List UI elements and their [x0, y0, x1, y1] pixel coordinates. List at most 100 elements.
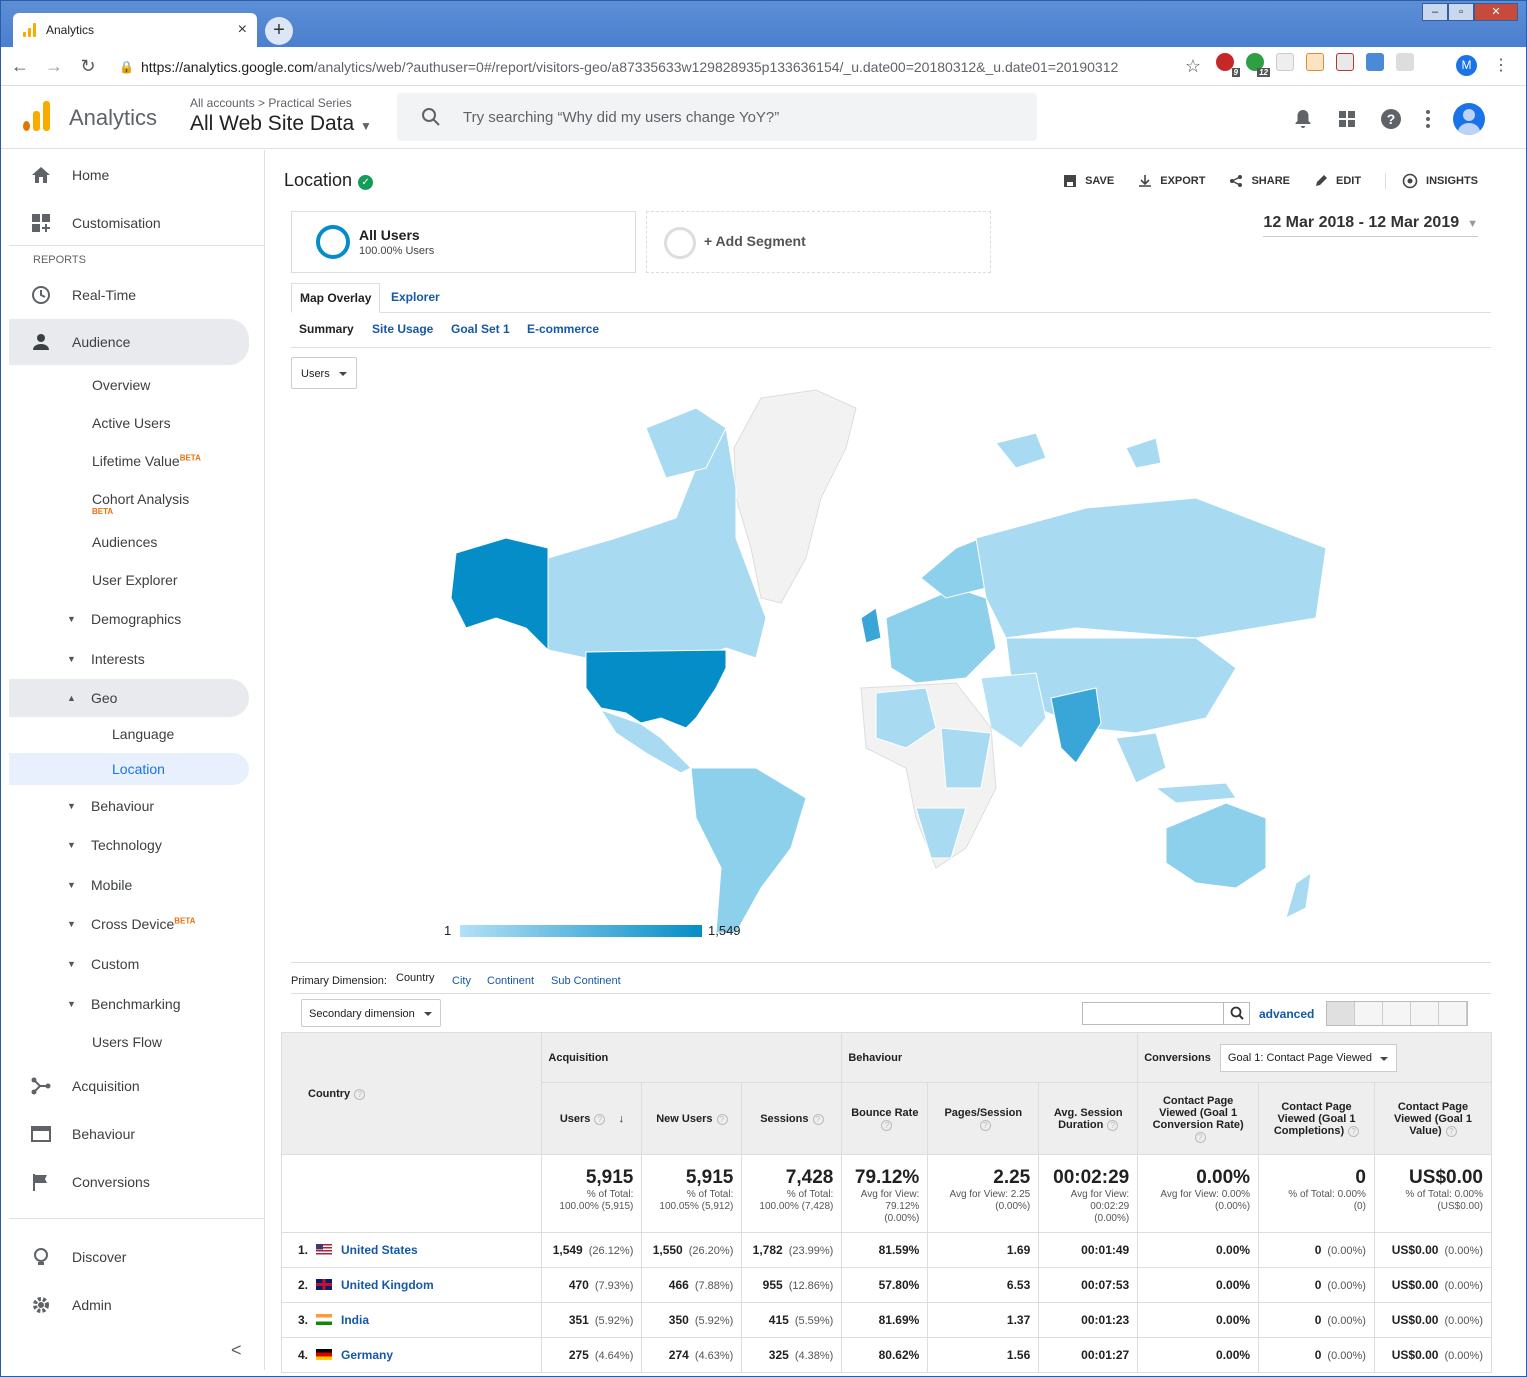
pivot-view-icon[interactable]: [1439, 1002, 1467, 1025]
help-icon[interactable]: ?: [979, 1119, 991, 1131]
collapse-sidebar-icon[interactable]: <: [231, 1340, 242, 1361]
help-icon[interactable]: ?: [1379, 107, 1403, 131]
help-icon[interactable]: ?: [1445, 1125, 1457, 1137]
insights-button[interactable]: INSIGHTS: [1385, 173, 1478, 189]
sidebar-item-language[interactable]: Language: [9, 716, 249, 752]
close-window-icon[interactable]: ✕: [1474, 3, 1518, 21]
help-icon[interactable]: ?: [716, 1113, 728, 1125]
segment-all-users[interactable]: All Users 100.00% Users: [291, 211, 636, 273]
sidebar-item-active-users[interactable]: Active Users: [9, 405, 249, 441]
sidebar-item-cohort-analysis[interactable]: Cohort Analysis BETA: [9, 481, 249, 525]
country-cell[interactable]: 2. United Kingdom: [280, 1267, 543, 1303]
notifications-bell-icon[interactable]: [1291, 107, 1315, 131]
calendar-extension-icon[interactable]: [1306, 53, 1324, 71]
sidebar-item-discover[interactable]: Discover: [9, 1239, 249, 1275]
col-sessions[interactable]: Sessions?: [741, 1082, 843, 1155]
help-icon[interactable]: ?: [354, 1088, 366, 1100]
sidebar-item-cross-device[interactable]: ▼ Cross DeviceBETA: [9, 906, 249, 942]
sidebar-item-interests[interactable]: ▼ Interests: [9, 641, 249, 677]
dimension-continent[interactable]: Continent: [487, 975, 534, 987]
profile-avatar[interactable]: M: [1456, 55, 1477, 76]
country-link[interactable]: United States: [341, 1243, 418, 1257]
table-search-input[interactable]: [1082, 1002, 1250, 1025]
blank-extension-icon[interactable]: [1276, 53, 1294, 71]
browser-menu-icon[interactable]: ⋮: [1493, 55, 1509, 75]
analytics-logo-icon[interactable]: [23, 101, 50, 131]
sidebar-item-benchmarking[interactable]: ▼ Benchmarking: [9, 986, 249, 1022]
edit-button[interactable]: EDIT: [1314, 174, 1361, 188]
table-search-button[interactable]: [1223, 1003, 1249, 1024]
country-header[interactable]: Country?: [280, 1032, 543, 1155]
adblock-extension-icon[interactable]: 9: [1216, 53, 1240, 77]
tab-site-usage[interactable]: Site Usage: [372, 322, 433, 336]
country-link[interactable]: United Kingdom: [341, 1278, 434, 1292]
forward-icon[interactable]: →: [39, 56, 69, 77]
account-avatar[interactable]: [1453, 103, 1485, 135]
country-link[interactable]: India: [341, 1313, 369, 1327]
help-icon[interactable]: ?: [594, 1113, 606, 1125]
tab-map-overlay[interactable]: Map Overlay: [291, 283, 381, 313]
sidebar-item-custom[interactable]: ▼ Custom: [9, 946, 249, 982]
dimension-city[interactable]: City: [452, 975, 471, 987]
tab-ecommerce[interactable]: E-commerce: [527, 322, 599, 336]
world-map[interactable]: [436, 388, 1336, 948]
more-vert-icon[interactable]: [1423, 107, 1433, 131]
sidebar-item-overview[interactable]: Overview: [9, 367, 249, 403]
help-icon[interactable]: ?: [1194, 1131, 1206, 1143]
col-goal-completions[interactable]: Contact Page Viewed (Goal 1 Completions)…: [1258, 1082, 1375, 1155]
close-tab-icon[interactable]: ×: [238, 21, 247, 39]
maximize-icon[interactable]: ▫: [1448, 3, 1474, 21]
help-icon[interactable]: ?: [1348, 1125, 1360, 1137]
add-segment-button[interactable]: + Add Segment: [646, 211, 991, 273]
col-avg-session-duration[interactable]: Avg. Session Duration?: [1038, 1082, 1139, 1155]
sidebar-item-users-flow[interactable]: Users Flow: [9, 1024, 249, 1060]
export-button[interactable]: EXPORT: [1138, 174, 1205, 188]
performance-view-icon[interactable]: [1383, 1002, 1411, 1025]
sidebar-item-audiences[interactable]: Audiences: [9, 524, 249, 560]
sidebar-item-lifetime-value[interactable]: Lifetime ValueBETA: [9, 443, 249, 479]
apps-grid-icon[interactable]: [1335, 107, 1359, 131]
back-icon[interactable]: ←: [5, 56, 35, 77]
bookmark-star-icon[interactable]: ☆: [1185, 56, 1201, 77]
sidebar-item-behaviour-sub[interactable]: ▼ Behaviour: [9, 788, 249, 824]
col-pages-session[interactable]: Pages/Session?: [927, 1082, 1040, 1155]
sidebar-item-acquisition[interactable]: Acquisition: [9, 1068, 249, 1104]
pie-view-icon[interactable]: [1355, 1002, 1383, 1025]
share-button[interactable]: SHARE: [1229, 174, 1290, 188]
sidebar-item-admin[interactable]: Admin: [9, 1287, 249, 1323]
search-bar[interactable]: Try searching “Why did my users change Y…: [397, 93, 1037, 141]
sidebar-item-realtime[interactable]: Real-Time: [9, 277, 249, 313]
col-users[interactable]: Users? ↓: [541, 1082, 643, 1155]
sidebar-item-user-explorer[interactable]: User Explorer: [9, 562, 249, 598]
browser-tab[interactable]: Analytics ×: [13, 13, 257, 47]
address-bar[interactable]: 🔒 https://analytics.google.com/analytics…: [119, 52, 1201, 81]
secondary-dimension-select[interactable]: Secondary dimension: [301, 999, 441, 1027]
green-extension-icon[interactable]: 12: [1246, 53, 1270, 77]
advanced-filter-link[interactable]: advanced: [1259, 1007, 1314, 1021]
help-icon[interactable]: ?: [881, 1119, 893, 1131]
sidebar-item-customisation[interactable]: Customisation: [9, 205, 249, 241]
sidebar-item-demographics[interactable]: ▼ Demographics: [9, 601, 249, 637]
sidebar-item-geo[interactable]: ▲ Geo: [9, 679, 249, 717]
save-button[interactable]: SAVE: [1063, 174, 1114, 188]
country-cell[interactable]: 4. Germany: [280, 1337, 543, 1373]
sidebar-item-location[interactable]: Location: [9, 753, 249, 785]
col-goal-conversion-rate[interactable]: Contact Page Viewed (Goal 1 Conversion R…: [1137, 1082, 1260, 1155]
sidebar-item-audience[interactable]: Audience: [9, 319, 249, 365]
breadcrumb[interactable]: All accounts > Practical Series: [190, 96, 352, 110]
date-range-picker[interactable]: 12 Mar 2018 - 12 Mar 2019 ▼: [1263, 214, 1478, 237]
minimize-icon[interactable]: –: [1422, 3, 1448, 21]
col-bounce-rate[interactable]: Bounce Rate?: [841, 1082, 929, 1155]
cloud-extension-icon[interactable]: [1366, 53, 1384, 71]
dimension-country[interactable]: Country: [396, 972, 435, 984]
country-link[interactable]: Germany: [341, 1348, 393, 1362]
tab-goal-set-1[interactable]: Goal Set 1: [451, 322, 510, 336]
tab-explorer[interactable]: Explorer: [383, 283, 448, 313]
map-metric-select[interactable]: Users: [291, 357, 357, 389]
country-cell[interactable]: 3. India: [280, 1302, 543, 1338]
help-icon[interactable]: ?: [1107, 1119, 1119, 1131]
sidebar-item-home[interactable]: Home: [9, 157, 249, 193]
tab-summary[interactable]: Summary: [299, 322, 354, 336]
property-selector[interactable]: All Web Site Data ▼: [190, 112, 372, 136]
table-view-icon[interactable]: [1327, 1002, 1355, 1025]
